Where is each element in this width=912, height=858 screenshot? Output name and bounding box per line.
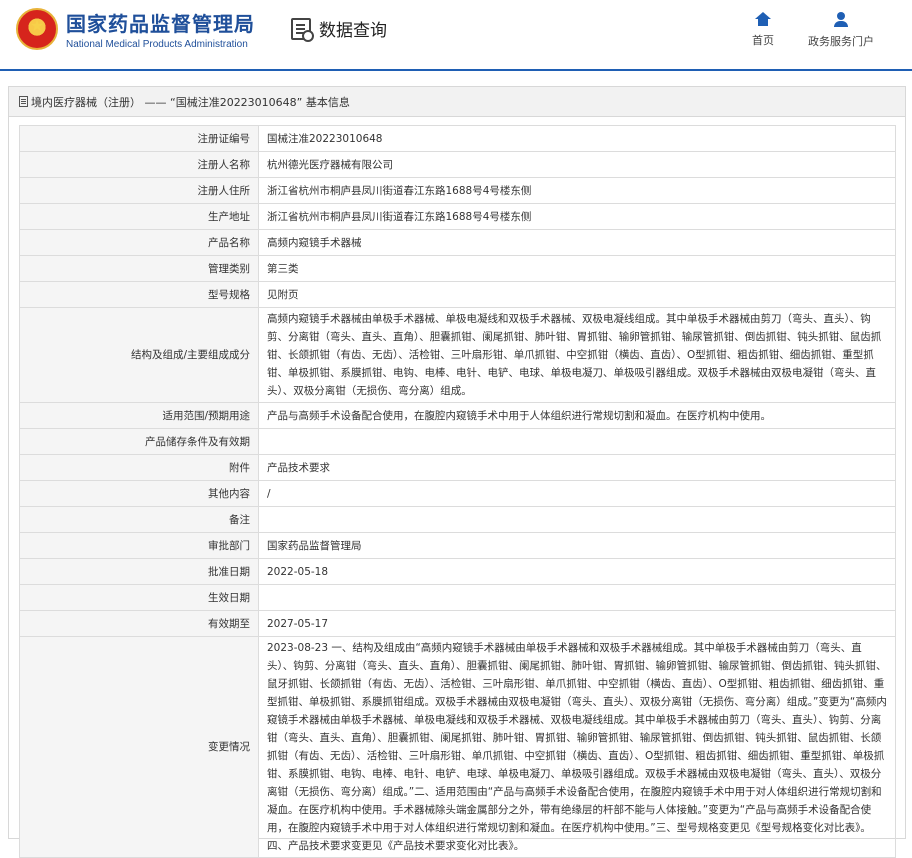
table-row: 审批部门 国家药品监督管理局 (19, 532, 896, 559)
nav-portal-label: 政务服务门户 (808, 35, 874, 48)
field-label: 注册证编号 (19, 125, 259, 152)
logo-text: 国家药品监督管理局 National Medical Products Admi… (66, 8, 255, 50)
field-value (258, 506, 896, 533)
site-logo[interactable]: 国家药品监督管理局 National Medical Products Admi… (16, 8, 255, 50)
field-label: 审批部门 (19, 532, 259, 559)
user-icon (833, 12, 849, 27)
field-value: 高频内窥镜手术器械 (258, 229, 896, 256)
field-label: 适用范围/预期用途 (19, 402, 259, 429)
field-value: 产品与高频手术设备配合使用，在腹腔内窥镜手术中用于人体组织进行常规切割和凝血。在… (258, 402, 896, 429)
field-label: 结构及组成/主要组成成分 (19, 307, 259, 403)
field-label: 生产地址 (19, 203, 259, 230)
field-value: 国家药品监督管理局 (258, 532, 896, 559)
field-label: 备注 (19, 506, 259, 533)
field-value: 见附页 (258, 281, 896, 308)
table-row: 变更情况 2023-08-23 一、结构及组成由“高频内窥镜手术器械由单极手术器械… (19, 636, 896, 858)
nav-home[interactable]: 首页 (752, 12, 774, 48)
field-value: 国械注准20223010648 (258, 125, 896, 152)
field-label: 注册人名称 (19, 151, 259, 178)
table-row: 注册人名称 杭州德光医疗器械有限公司 (19, 151, 896, 178)
table-row: 管理类别 第三类 (19, 255, 896, 282)
table-row: 附件 产品技术要求 (19, 454, 896, 481)
data-search-icon (291, 17, 314, 42)
table-row: 注册人住所 浙江省杭州市桐庐县凤川街道春江东路1688号4号楼东侧 (19, 177, 896, 204)
home-icon (755, 12, 771, 26)
site-header: 国家药品监督管理局 National Medical Products Admi… (0, 0, 912, 71)
field-label: 产品名称 (19, 229, 259, 256)
national-emblem-icon (16, 8, 58, 50)
table-row: 其他内容 / (19, 480, 896, 507)
field-value: 2022-05-18 (258, 558, 896, 585)
table-row: 批准日期 2022-05-18 (19, 558, 896, 585)
table-row: 适用范围/预期用途 产品与高频手术设备配合使用，在腹腔内窥镜手术中用于人体组织进行… (19, 402, 896, 429)
field-value: 浙江省杭州市桐庐县凤川街道春江东路1688号4号楼东侧 (258, 177, 896, 204)
logo-chinese-name: 国家药品监督管理局 (66, 12, 255, 36)
field-label: 管理类别 (19, 255, 259, 282)
panel-title-bar: 境内医疗器械（注册） —— “国械注准20223010648” 基本信息 (9, 87, 905, 117)
table-row: 注册证编号 国械注准20223010648 (19, 125, 896, 152)
table-row: 产品名称 高频内窥镜手术器械 (19, 229, 896, 256)
field-value: / (258, 480, 896, 507)
table-row: 结构及组成/主要组成成分 高频内窥镜手术器械由单极手术器械、单极电凝线和双极手术器… (19, 307, 896, 403)
data-query-heading: 数据查询 (291, 16, 387, 42)
panel-title: 境内医疗器械（注册） —— “国械注准20223010648” 基本信息 (31, 95, 350, 109)
field-label: 产品储存条件及有效期 (19, 428, 259, 455)
detail-panel: 境内医疗器械（注册） —— “国械注准20223010648” 基本信息 注册证… (8, 86, 906, 858)
field-label: 有效期至 (19, 610, 259, 637)
field-value: 高频内窥镜手术器械由单极手术器械、单极电凝线和双极手术器械、双极电凝线组成。其中… (258, 307, 896, 403)
nav-home-label: 首页 (752, 34, 774, 47)
field-label: 注册人住所 (19, 177, 259, 204)
table-row: 生效日期 (19, 584, 896, 611)
field-value: 浙江省杭州市桐庐县凤川街道春江东路1688号4号楼东侧 (258, 203, 896, 230)
field-label: 批准日期 (19, 558, 259, 585)
field-value: 2027-05-17 (258, 610, 896, 637)
field-value: 杭州德光医疗器械有限公司 (258, 151, 896, 178)
nav-service-portal[interactable]: 政务服务门户 (808, 12, 874, 49)
table-row: 有效期至 2027-05-17 (19, 610, 896, 637)
document-icon (19, 96, 28, 107)
field-label: 其他内容 (19, 480, 259, 507)
table-row: 型号规格 见附页 (19, 281, 896, 308)
table-row: 备注 (19, 506, 896, 533)
field-label: 生效日期 (19, 584, 259, 611)
table-row: 生产地址 浙江省杭州市桐庐县凤川街道春江东路1688号4号楼东侧 (19, 203, 896, 230)
info-table: 注册证编号 国械注准20223010648 注册人名称 杭州德光医疗器械有限公司 注册人… (19, 125, 896, 858)
field-label: 变更情况 (19, 636, 259, 858)
table-row: 产品储存条件及有效期 (19, 428, 896, 455)
field-value: 2023-08-23 一、结构及组成由“高频内窥镜手术器械由单极手术器械和双极手… (258, 636, 896, 858)
data-query-label: 数据查询 (319, 21, 387, 41)
field-value: 产品技术要求 (258, 454, 896, 481)
field-value: 第三类 (258, 255, 896, 282)
field-label: 附件 (19, 454, 259, 481)
field-value (258, 428, 896, 455)
field-value (258, 584, 896, 611)
field-label: 型号规格 (19, 281, 259, 308)
logo-english-name: National Medical Products Administration (66, 39, 248, 50)
